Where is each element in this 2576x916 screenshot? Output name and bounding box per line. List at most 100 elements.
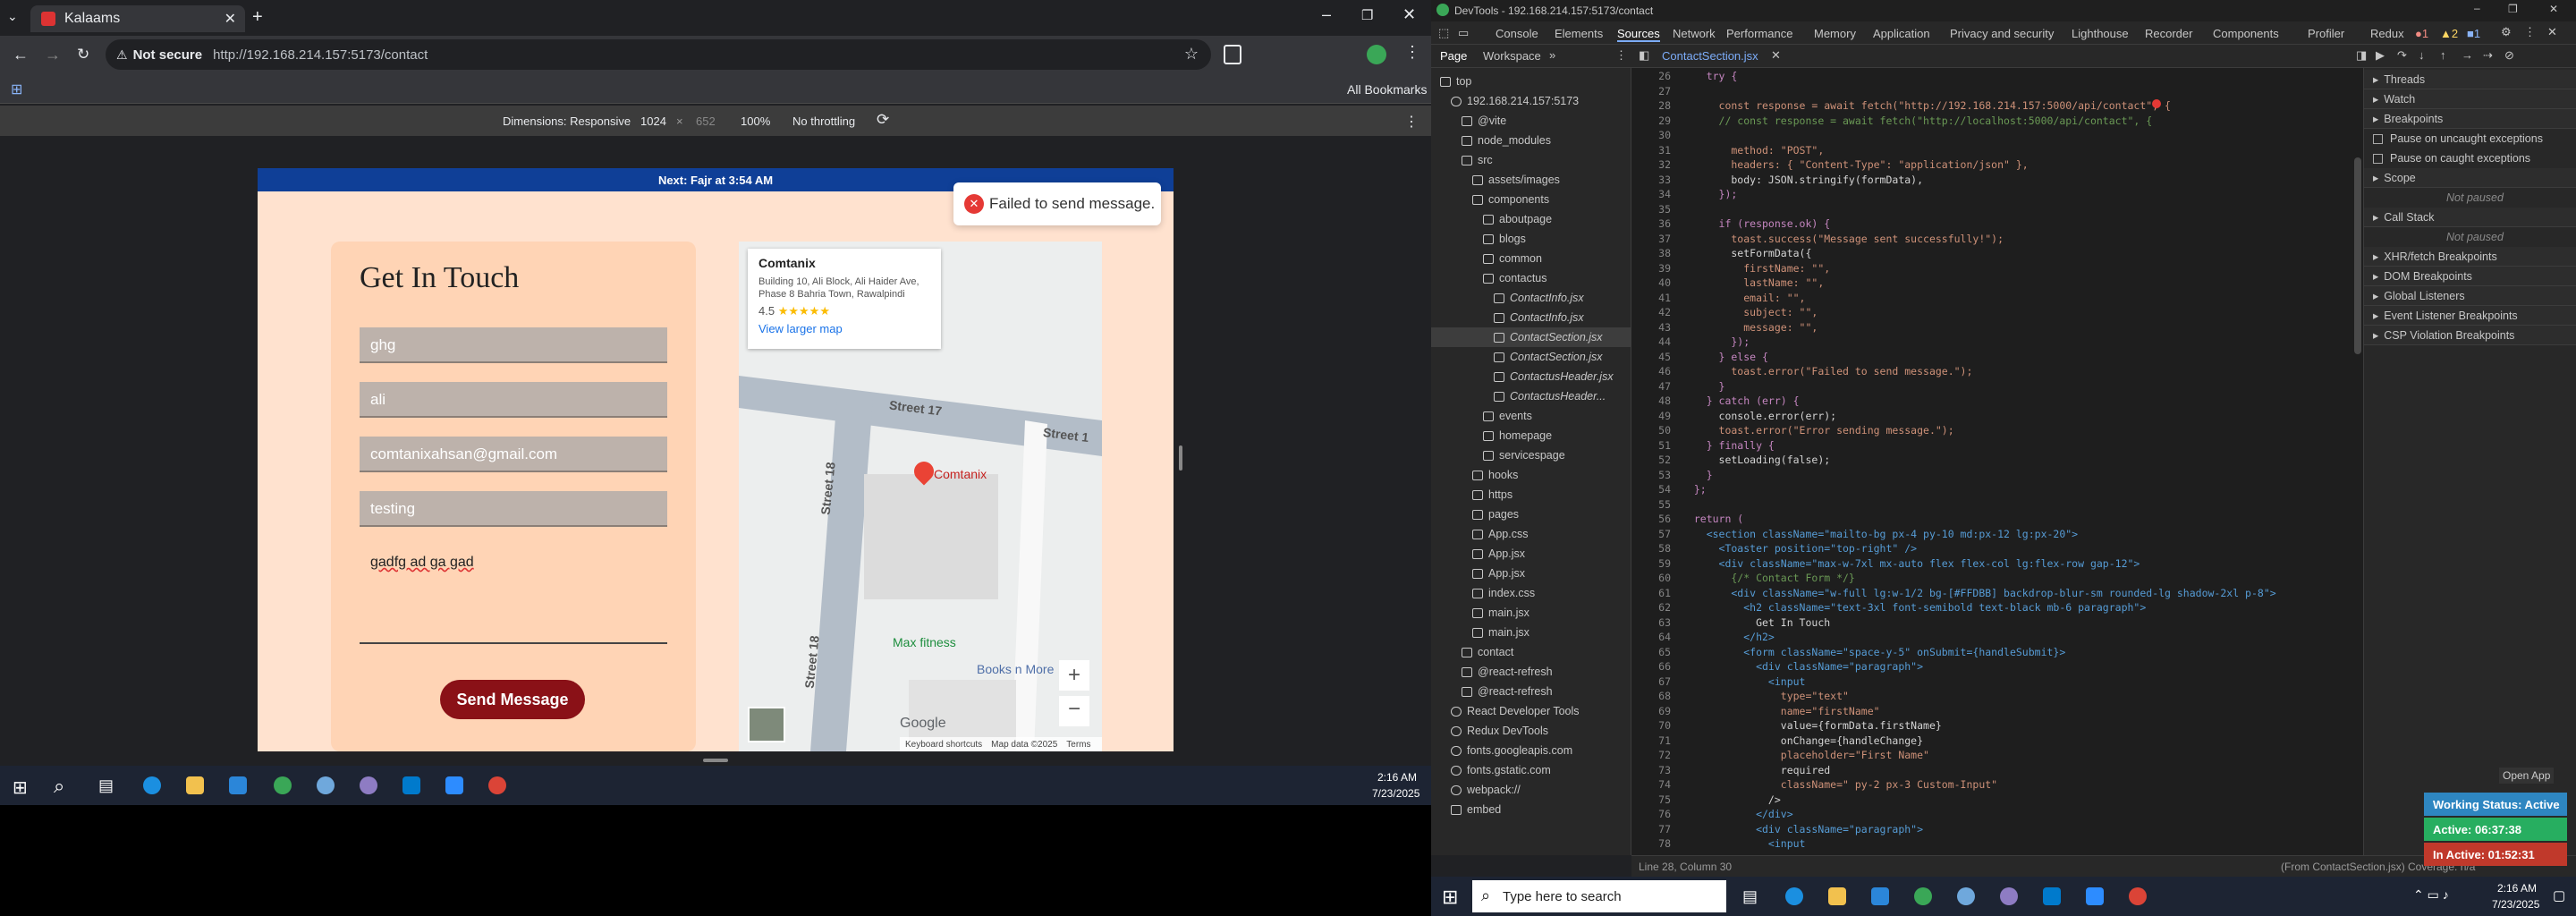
tab-workspace[interactable]: Workspace <box>1483 49 1541 63</box>
tab-network[interactable]: Network <box>1673 27 1716 40</box>
pause-exceptions-icon[interactable]: ⊘ <box>2504 48 2514 63</box>
line-number[interactable]: 42 <box>1631 306 1671 318</box>
first-name-field[interactable]: ghg <box>360 327 667 363</box>
file-tab[interactable]: ContactSection.jsx <box>1662 49 1758 63</box>
line-number[interactable]: 69 <box>1631 705 1671 717</box>
line-number[interactable]: 33 <box>1631 174 1671 186</box>
throttle-select[interactable]: No throttling <box>792 114 855 128</box>
subject-field[interactable]: testing <box>360 491 667 527</box>
line-number[interactable]: 31 <box>1631 144 1671 157</box>
explorer-icon-right[interactable] <box>1828 887 1846 905</box>
layers-thumbnail[interactable] <box>748 707 785 742</box>
deactivate-breakpoints-icon[interactable]: ⇢ <box>2483 48 2493 63</box>
tree-item[interactable]: ContactInfo.jsx <box>1431 288 1631 308</box>
sidebar-section-header[interactable]: ▸ Scope <box>2364 168 2576 188</box>
sidebar-section-header[interactable]: ▸ Threads <box>2364 70 2576 89</box>
tree-item[interactable]: App.css <box>1431 524 1631 544</box>
tree-item[interactable]: webpack:// <box>1431 780 1631 800</box>
send-message-button[interactable]: Send Message <box>440 680 585 719</box>
line-number[interactable]: 61 <box>1631 587 1671 599</box>
last-name-field[interactable]: ali <box>360 382 667 418</box>
device-more-icon[interactable]: ⋮ <box>1404 113 1419 131</box>
sidebar-section-header[interactable]: ▸ Event Listener Breakpoints <box>2364 306 2576 326</box>
tab-sources[interactable]: Sources <box>1617 27 1660 42</box>
tab-lighthouse[interactable]: Lighthouse <box>2072 27 2129 40</box>
start-icon-right[interactable]: ⊞ <box>1442 886 1458 909</box>
line-number[interactable]: 47 <box>1631 380 1671 393</box>
dt-close-icon[interactable]: ✕ <box>2549 3 2558 15</box>
step-icon[interactable]: → <box>2462 48 2473 62</box>
checkbox-icon[interactable] <box>2373 133 2383 144</box>
sidebar-section-header[interactable]: ▸ XHR/fetch Breakpoints <box>2364 247 2576 267</box>
sidebar-section-header[interactable]: ▸ DOM Breakpoints <box>2364 267 2576 286</box>
terms-link[interactable]: Terms <box>1066 740 1090 750</box>
settings-gear-icon[interactable]: ⚙ <box>2501 25 2512 39</box>
tree-item[interactable]: homepage <box>1431 426 1631 445</box>
app-icon-a[interactable] <box>317 776 335 794</box>
store-icon[interactable] <box>229 776 247 794</box>
more-menu-icon[interactable]: ⋮ <box>1404 43 1420 62</box>
line-number[interactable]: 78 <box>1631 837 1671 850</box>
tree-item[interactable]: node_modules <box>1431 131 1631 150</box>
sidebar-section-header[interactable]: ▸ Call Stack <box>2364 208 2576 227</box>
tree-item[interactable]: ContactSection.jsx <box>1431 347 1631 367</box>
sidebar-section-header[interactable]: ▸ Watch <box>2364 89 2576 109</box>
line-number[interactable]: 62 <box>1631 601 1671 614</box>
open-app-link[interactable]: Open App <box>2499 768 2555 784</box>
tree-item[interactable]: fonts.gstatic.com <box>1431 760 1631 780</box>
tree-item[interactable]: App.jsx <box>1431 544 1631 564</box>
chrome-icon-2[interactable] <box>488 776 506 794</box>
line-number[interactable]: 54 <box>1631 483 1671 496</box>
line-number[interactable]: 66 <box>1631 660 1671 673</box>
toggle-debugger-icon[interactable]: ◨ <box>2356 48 2367 63</box>
line-number[interactable]: 30 <box>1631 129 1671 141</box>
checkbox-icon[interactable] <box>2373 153 2383 164</box>
bookmark-star-icon[interactable]: ☆ <box>1184 45 1199 64</box>
issues-count-badge[interactable]: ■1 <box>2467 27 2480 40</box>
vscode-icon-right[interactable] <box>2043 887 2061 905</box>
zoom-icon-right[interactable] <box>2086 887 2104 905</box>
error-marker-icon[interactable] <box>2152 99 2161 108</box>
line-number[interactable]: 39 <box>1631 262 1671 275</box>
line-number[interactable]: 59 <box>1631 557 1671 570</box>
tab-components[interactable]: Components <box>2213 27 2279 40</box>
tree-item[interactable]: ContactusHeader.jsx <box>1431 367 1631 386</box>
line-number[interactable]: 67 <box>1631 675 1671 688</box>
line-number[interactable]: 26 <box>1631 70 1671 82</box>
line-number[interactable]: 75 <box>1631 793 1671 806</box>
tree-item[interactable]: ContactSection.jsx <box>1431 327 1631 347</box>
line-number[interactable]: 65 <box>1631 646 1671 658</box>
tree-item[interactable]: ContactInfo.jsx <box>1431 308 1631 327</box>
dt-more-icon[interactable]: ⋮ <box>2524 25 2536 39</box>
line-number[interactable]: 64 <box>1631 631 1671 643</box>
line-number[interactable]: 41 <box>1631 292 1671 304</box>
github-icon-right[interactable] <box>2000 887 2018 905</box>
width-field[interactable]: 1024 <box>640 114 666 128</box>
view-larger-map-link[interactable]: View larger map <box>758 322 930 335</box>
step-over-icon[interactable]: ↷ <box>2397 48 2407 63</box>
tab-redux[interactable]: Redux <box>2370 27 2404 40</box>
tab-elements[interactable]: Elements <box>1555 27 1603 40</box>
line-number[interactable]: 63 <box>1631 616 1671 629</box>
line-number[interactable]: 29 <box>1631 114 1671 127</box>
line-number[interactable]: 38 <box>1631 247 1671 259</box>
zoom-out-icon[interactable]: − <box>1059 696 1089 726</box>
line-number[interactable]: 72 <box>1631 749 1671 761</box>
all-bookmarks[interactable]: All Bookmarks <box>1347 82 1427 97</box>
tree-item[interactable]: top <box>1431 72 1631 91</box>
line-number[interactable]: 27 <box>1631 85 1671 98</box>
rotate-icon[interactable]: ⟳ <box>877 111 889 129</box>
tree-item[interactable]: aboutpage <box>1431 209 1631 229</box>
tree-item[interactable]: App.jsx <box>1431 564 1631 583</box>
tree-item[interactable]: events <box>1431 406 1631 426</box>
line-number[interactable]: 36 <box>1631 217 1671 230</box>
tree-item[interactable]: common <box>1431 249 1631 268</box>
tree-item[interactable]: @vite <box>1431 111 1631 131</box>
tree-item[interactable]: embed <box>1431 800 1631 819</box>
resume-icon[interactable]: ▶ <box>2376 48 2385 63</box>
line-number[interactable]: 73 <box>1631 764 1671 776</box>
dt-maximize-icon[interactable]: ❐ <box>2508 3 2518 15</box>
chrome-icon-right[interactable] <box>1914 887 1932 905</box>
dt-minimize-icon[interactable]: – <box>2474 2 2480 14</box>
taskbar-search-box[interactable]: ⌕ Type here to search <box>1472 880 1726 912</box>
